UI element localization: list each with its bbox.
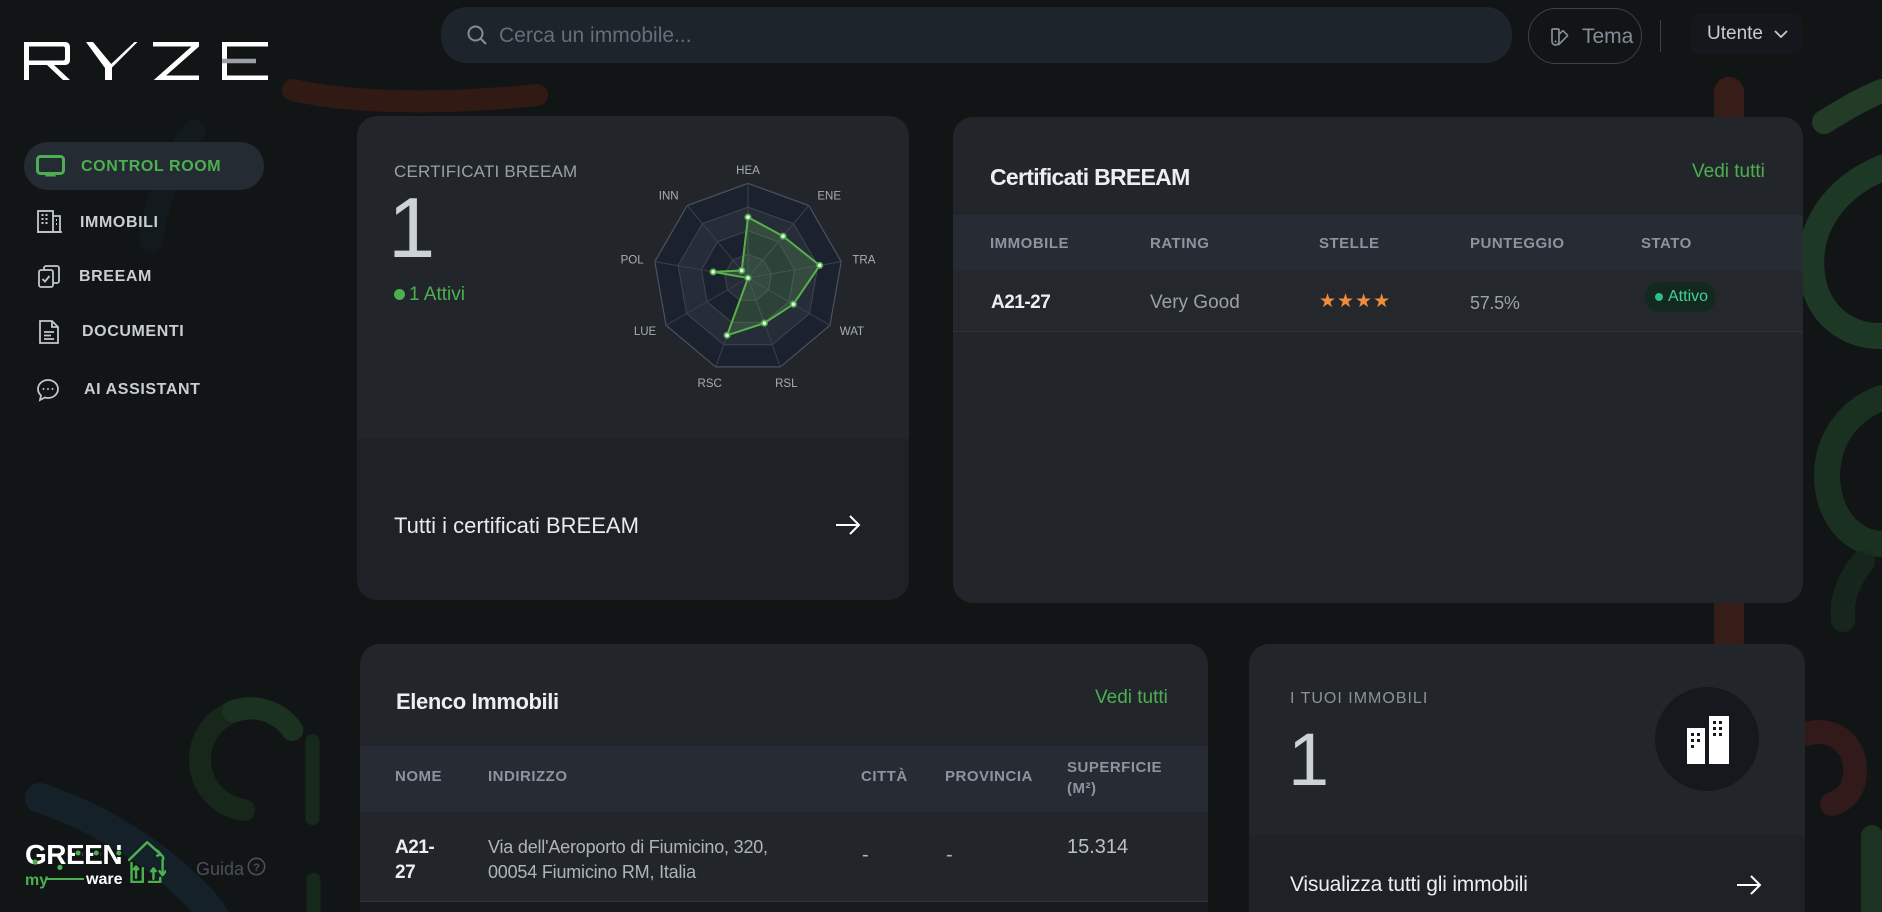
svg-text:INN: INN (659, 190, 679, 202)
svg-text:POL: POL (621, 255, 645, 267)
svg-text:HEA: HEA (736, 165, 760, 177)
svg-text:?: ? (253, 862, 260, 874)
svg-text:RSC: RSC (698, 378, 722, 390)
svg-text:TRA: TRA (852, 255, 875, 267)
svg-text:RSL: RSL (775, 378, 798, 390)
svg-text:WAT: WAT (840, 326, 864, 338)
svg-text:ENE: ENE (817, 190, 841, 202)
svg-text:LUE: LUE (634, 326, 657, 338)
